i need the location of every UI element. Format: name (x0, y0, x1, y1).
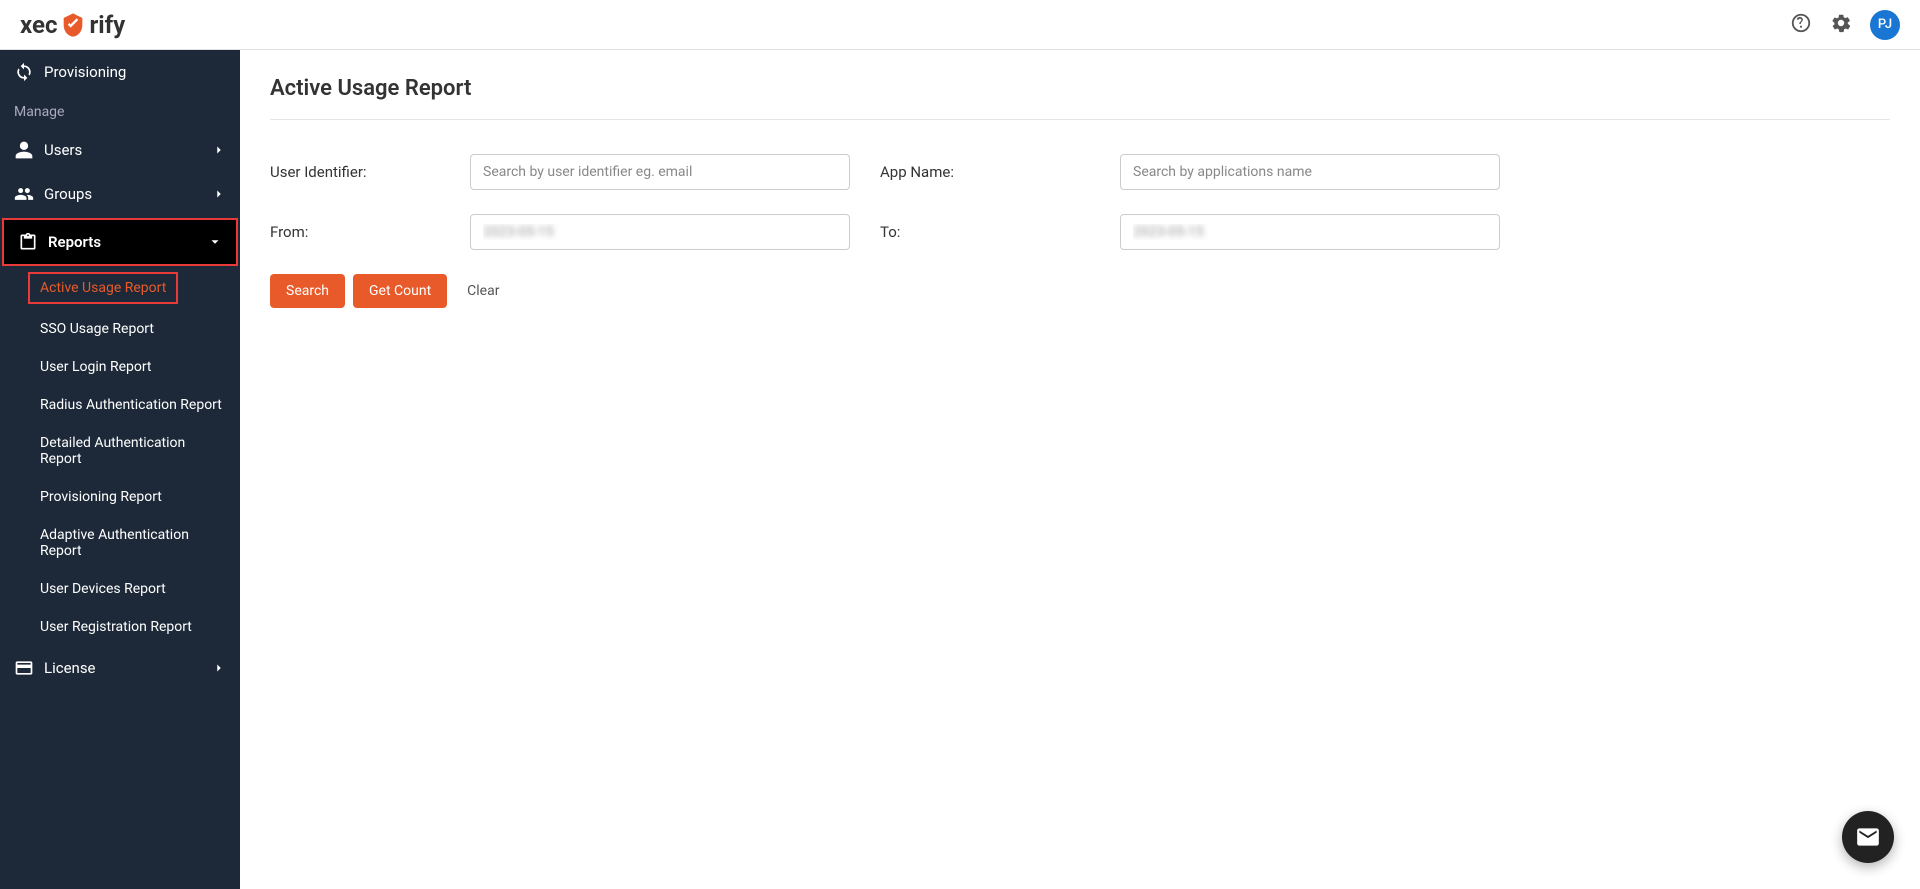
brand-logo[interactable]: xec rify (20, 11, 125, 39)
user-identifier-input[interactable] (470, 154, 850, 190)
sidebar-item-label: Groups (44, 185, 202, 203)
sidebar-item-users[interactable]: Users (0, 128, 240, 172)
main-layout: Provisioning Manage Users Groups Reports… (0, 50, 1920, 889)
logo-text-xec: xec (20, 11, 57, 39)
app-name-label: App Name: (880, 163, 1090, 181)
user-icon (14, 140, 34, 160)
subnav-detailed-auth-report[interactable]: Detailed Authentication Report (0, 424, 236, 478)
subnav-sso-usage-report[interactable]: SSO Usage Report (0, 310, 236, 348)
subnav-user-devices-report[interactable]: User Devices Report (0, 570, 236, 608)
groups-icon (14, 184, 34, 204)
from-date-label: From: (270, 223, 440, 241)
sync-icon (14, 62, 34, 82)
logo-check-icon (59, 11, 87, 39)
help-icon[interactable] (1790, 12, 1812, 38)
chevron-down-icon (208, 235, 222, 249)
subnav-user-registration-report[interactable]: User Registration Report (0, 608, 236, 646)
sidebar-item-reports[interactable]: Reports (2, 218, 238, 266)
clipboard-icon (18, 232, 38, 252)
sidebar-item-label: Reports (48, 233, 198, 251)
clear-button[interactable]: Clear (455, 274, 511, 308)
main-content: Active Usage Report User Identifier: App… (240, 50, 1920, 889)
get-count-button[interactable]: Get Count (353, 274, 447, 308)
chevron-right-icon (212, 143, 226, 157)
to-date-label: To: (880, 223, 1090, 241)
user-identifier-label: User Identifier: (270, 163, 440, 181)
app-name-input[interactable] (1120, 154, 1500, 190)
sidebar-item-provisioning[interactable]: Provisioning (0, 50, 240, 94)
sidebar-item-label: Provisioning (44, 63, 226, 81)
to-date-input[interactable] (1120, 214, 1500, 250)
header-actions: PJ (1790, 10, 1900, 40)
logo-text-rify: rify (89, 11, 125, 39)
sidebar-item-label: Users (44, 141, 202, 159)
subnav-provisioning-report[interactable]: Provisioning Report (0, 478, 236, 516)
chevron-right-icon (212, 661, 226, 675)
from-date-input[interactable] (470, 214, 850, 250)
reports-subnav: Active Usage Report SSO Usage Report Use… (0, 266, 240, 646)
sidebar: Provisioning Manage Users Groups Reports… (0, 50, 240, 889)
subnav-adaptive-auth-report[interactable]: Adaptive Authentication Report (0, 516, 236, 570)
sidebar-section-manage: Manage (0, 94, 240, 128)
subnav-user-login-report[interactable]: User Login Report (0, 348, 236, 386)
chevron-right-icon (212, 187, 226, 201)
page-title: Active Usage Report (270, 76, 1890, 120)
card-icon (14, 658, 34, 678)
subnav-radius-auth-report[interactable]: Radius Authentication Report (0, 386, 236, 424)
action-row: Search Get Count Clear (270, 274, 1890, 308)
sidebar-item-label: License (44, 659, 202, 677)
sidebar-item-license[interactable]: License (0, 646, 240, 690)
gear-icon[interactable] (1830, 12, 1852, 38)
sidebar-item-groups[interactable]: Groups (0, 172, 240, 216)
top-header: xec rify PJ (0, 0, 1920, 50)
search-button[interactable]: Search (270, 274, 345, 308)
filter-grid: User Identifier: App Name: From: To: (270, 154, 1890, 250)
mail-icon (1855, 824, 1881, 850)
avatar[interactable]: PJ (1870, 10, 1900, 40)
subnav-active-usage-report[interactable]: Active Usage Report (28, 272, 178, 304)
chat-fab[interactable] (1842, 811, 1894, 863)
